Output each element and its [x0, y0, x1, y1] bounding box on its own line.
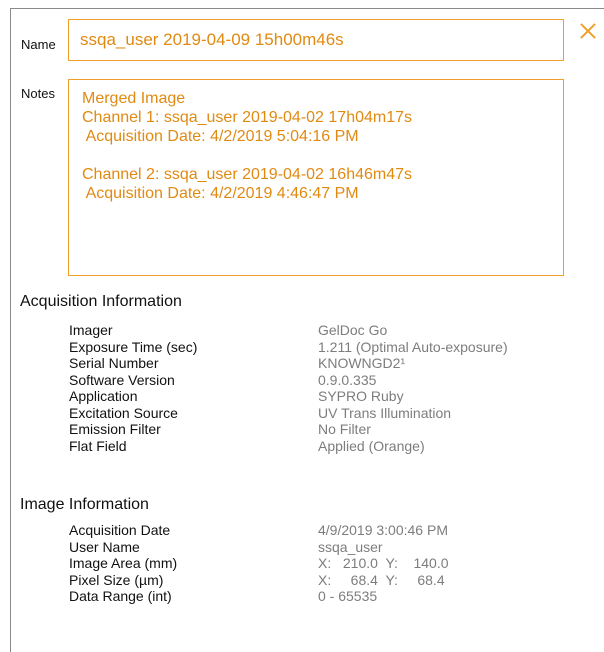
- notes-line: Acquisition Date: 4/2/2019 5:04:16 PM: [82, 128, 359, 145]
- info-row: Image Area (mm) X: 210.0 Y: 140.0: [69, 555, 589, 572]
- info-row: Pixel Size (µm) X: 68.4 Y: 68.4: [69, 572, 589, 589]
- info-label: Pixel Size (µm): [69, 571, 164, 588]
- info-label: Exposure Time (sec): [69, 338, 198, 355]
- info-label: Flat Field: [69, 437, 127, 454]
- info-value: Applied (Orange): [318, 437, 425, 454]
- info-label: Serial Number: [69, 355, 159, 371]
- acquisition-info-table: Imager GelDoc Go Exposure Time (sec) 1.211…: [69, 322, 589, 454]
- notes-label: Notes: [21, 86, 55, 101]
- info-value: No Filter: [318, 421, 371, 437]
- acquisition-info-heading: Acquisition Information: [20, 293, 182, 310]
- info-label: Excitation Source: [69, 404, 178, 421]
- notes-line: Merged Image: [82, 90, 186, 107]
- info-label: Application: [69, 388, 138, 404]
- notes-line: Channel 1: ssqa_user 2019-04-02 17h04m17…: [82, 109, 413, 126]
- notes-line: Acquisition Date: 4/2/2019 4:46:47 PM: [82, 185, 359, 202]
- info-label: Emission Filter: [69, 421, 161, 437]
- info-value: X: 68.4 Y: 68.4: [318, 571, 445, 588]
- name-input[interactable]: ssqa_user 2019-04-09 15h00m46s: [68, 19, 564, 61]
- info-value: KNOWNGD2¹: [318, 355, 406, 371]
- image-info-table: Acquisition Date 4/9/2019 3:00:46 PM User…: [69, 522, 589, 605]
- info-row: User Name ssqa_user: [69, 539, 589, 556]
- info-row: Serial Number KNOWNGD2¹: [69, 355, 589, 372]
- info-row: Acquisition Date 4/9/2019 3:00:46 PM: [69, 522, 589, 539]
- info-label: Data Range (int): [69, 588, 172, 604]
- info-row: Software Version 0.9.0.335: [69, 372, 589, 389]
- info-value: ssqa_user: [318, 538, 383, 555]
- info-row: Emission Filter No Filter: [69, 421, 589, 438]
- info-label: Acquisition Date: [69, 522, 171, 538]
- info-value: X: 210.0 Y: 140.0: [318, 555, 449, 571]
- info-row: Application SYPRO Ruby: [69, 388, 589, 405]
- notes-textarea[interactable]: Merged Image Channel 1: ssqa_user 2019-0…: [68, 79, 564, 276]
- info-label: Image Area (mm): [69, 555, 178, 571]
- info-row: Data Range (int) 0 - 65535: [69, 588, 589, 605]
- name-label: Name: [21, 37, 56, 52]
- info-value: SYPRO Ruby: [318, 388, 404, 404]
- info-row: Imager GelDoc Go: [69, 322, 589, 339]
- info-row: Flat Field Applied (Orange): [69, 438, 589, 455]
- info-row: Exposure Time (sec) 1.211 (Optimal Auto-e…: [69, 339, 589, 356]
- info-label: User Name: [69, 538, 140, 555]
- info-label: Software Version: [69, 371, 175, 388]
- notes-line: Channel 2: ssqa_user 2019-04-02 16h46m47…: [82, 166, 413, 183]
- info-value: UV Trans Illumination: [318, 404, 452, 421]
- info-value: 0.9.0.335: [318, 371, 377, 388]
- info-value: 4/9/2019 3:00:46 PM: [318, 522, 448, 538]
- info-value: GelDoc Go: [318, 322, 388, 338]
- info-value: 1.211 (Optimal Auto-exposure): [318, 338, 508, 355]
- info-value: 0 - 65535: [318, 588, 378, 604]
- notes-line: [82, 146, 563, 165]
- close-icon[interactable]: [577, 20, 599, 42]
- image-info-heading: Image Information: [20, 496, 149, 513]
- info-row: Excitation Source UV Trans Illumination: [69, 405, 589, 422]
- info-label: Imager: [69, 322, 113, 338]
